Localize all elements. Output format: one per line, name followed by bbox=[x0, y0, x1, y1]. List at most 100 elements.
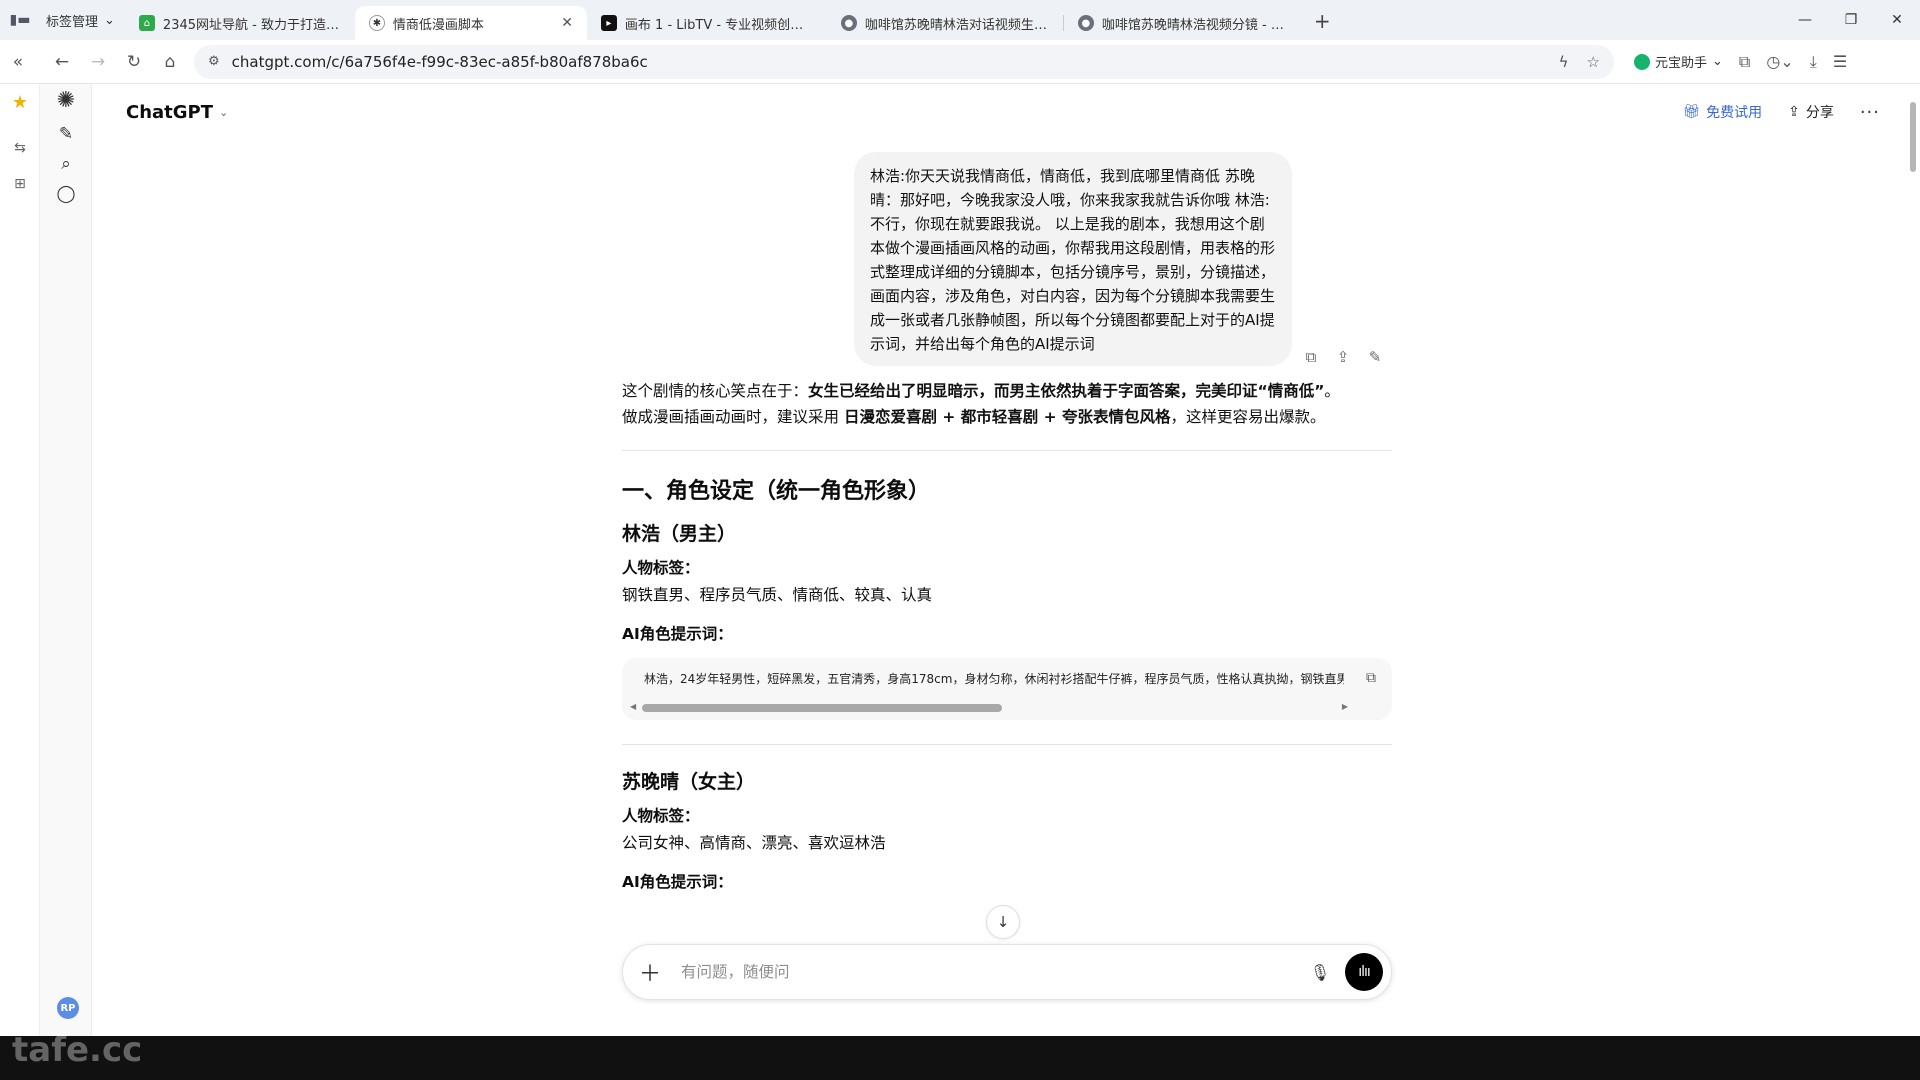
close-icon[interactable]: ✕ bbox=[551, 15, 573, 31]
back-icon[interactable]: ← bbox=[44, 44, 80, 80]
libtv-favicon-icon: ▸ bbox=[600, 15, 617, 31]
reload-icon[interactable]: ↻ bbox=[116, 44, 152, 80]
page-scrollbar[interactable] bbox=[1906, 84, 1920, 1036]
assistant-extension[interactable]: 元宝助手 ⌄ bbox=[1634, 52, 1723, 71]
share-icon: ⇪ bbox=[1788, 104, 1800, 120]
intro-bold: 日漫恋爱喜剧 + 都市轻喜剧 + 夸张表情包风格 bbox=[843, 408, 1171, 426]
chatgpt-favicon-icon: ✱ bbox=[368, 15, 385, 31]
forward-icon[interactable]: → bbox=[80, 44, 116, 80]
intro-text: 这个剧情的核心笑点在于： bbox=[622, 382, 809, 400]
edit-icon[interactable]: ✎ bbox=[1366, 348, 1384, 366]
browser-sidebar: ★ ⇆ ⊞ bbox=[0, 84, 40, 1036]
bookmark-star-icon[interactable]: ☆ bbox=[1587, 53, 1600, 71]
divider bbox=[622, 450, 1392, 451]
avatar[interactable]: RP bbox=[57, 997, 79, 1019]
window-controls: — ❐ ✕ bbox=[1782, 0, 1920, 40]
model-selector[interactable]: ChatGPT bbox=[126, 102, 213, 123]
extensions-icon[interactable]: ⧉ bbox=[1739, 52, 1750, 72]
chat-header: ChatGPT ⌄ 🎁︎ 免费试用 ⇪ 分享 ··· bbox=[92, 84, 1902, 140]
switch-icon[interactable]: ⇆ bbox=[0, 130, 40, 166]
url-text[interactable]: chatgpt.com/c/6a756f4e-f99c-83ec-a85f-b8… bbox=[232, 53, 1559, 71]
share-button[interactable]: ⇪ 分享 bbox=[1788, 102, 1834, 122]
intro-text: 做成漫画插画动画时，建议采用 bbox=[622, 408, 844, 426]
gift-icon: 🎁︎ bbox=[1682, 104, 1701, 120]
copy-icon[interactable]: ⧉ bbox=[1302, 348, 1320, 366]
openai-logo-icon[interactable]: ✺ bbox=[40, 88, 92, 113]
assistant-label: 元宝助手 bbox=[1655, 56, 1708, 71]
chevron-down-icon[interactable]: ⌄ bbox=[219, 106, 228, 119]
tab-strip: ▮▬ 标签管理 ⌄ ⌂ 2345网址导航 - 致力于打造百年品 ✱ 情商低漫画脚… bbox=[0, 0, 1920, 40]
tab-title: 情商低漫画脚本 bbox=[392, 17, 484, 33]
tab-doubao-1[interactable]: ● 咖啡馆苏晚晴林浩对话视频生成 - 豆 bbox=[827, 6, 1063, 40]
microphone-icon[interactable]: 🎙︎ bbox=[1305, 963, 1335, 982]
copy-icon[interactable]: ⧉ bbox=[1366, 670, 1376, 686]
prompt-label: AI角色提示词： bbox=[622, 873, 733, 891]
scroll-to-bottom-button[interactable]: ↓ bbox=[986, 905, 1020, 939]
tab-title: 咖啡馆苏晚晴林浩对话视频生成 - 豆 bbox=[864, 17, 1049, 33]
new-tab-button[interactable]: + bbox=[1304, 9, 1341, 33]
collapse-sidebar-icon[interactable]: « bbox=[0, 44, 36, 80]
chat-bubble-icon[interactable]: ◯ bbox=[40, 184, 92, 204]
share-label: 分享 bbox=[1805, 105, 1834, 121]
divider bbox=[622, 744, 1392, 745]
role-heading: 林浩（男主） bbox=[622, 523, 737, 545]
plus-icon[interactable]: ＋ bbox=[639, 956, 667, 988]
chat-input[interactable] bbox=[681, 963, 1305, 981]
share-icon[interactable]: ⇪ bbox=[1334, 348, 1352, 366]
tab-libtv[interactable]: ▸ 画布 1 - LibTV - 专业视频创作工具 bbox=[587, 6, 827, 40]
minimize-icon[interactable]: — bbox=[1782, 0, 1828, 40]
watermark-text: tafe.cc bbox=[12, 1030, 143, 1070]
free-trial-button[interactable]: 🎁︎ 免费试用 bbox=[1682, 102, 1762, 122]
scroll-left-icon[interactable]: ◀ bbox=[630, 702, 636, 711]
doubao-favicon-icon: ● bbox=[840, 15, 857, 31]
tab-title: 2345网址导航 - 致力于打造百年品 bbox=[162, 17, 341, 33]
tag-label: 人物标签： bbox=[622, 559, 700, 577]
tab-2345[interactable]: ⌂ 2345网址导航 - 致力于打造百年品 bbox=[125, 6, 355, 40]
prompt-code[interactable]: 林浩，24岁年轻男性，短碎黑发，五官清秀，身高178cm，身材匀称，休闲衬衫搭配… bbox=[644, 670, 1344, 687]
restore-icon[interactable]: ❐ bbox=[1828, 0, 1874, 40]
home-icon[interactable]: ⌂ bbox=[152, 44, 188, 80]
prompt-label: AI角色提示词： bbox=[622, 625, 733, 643]
tab-group-manager[interactable]: 标签管理 ⌄ bbox=[40, 6, 125, 34]
more-options-icon[interactable]: ··· bbox=[1860, 102, 1880, 123]
chevron-down-icon: ⌄ bbox=[104, 12, 115, 28]
menu-icon[interactable]: ☰ bbox=[1833, 52, 1847, 71]
add-panel-icon[interactable]: ⊞ bbox=[0, 166, 40, 202]
close-window-icon[interactable]: ✕ bbox=[1874, 0, 1920, 40]
tab-title: 咖啡馆苏晚晴林浩视频分镜 - 豆包 bbox=[1101, 17, 1290, 33]
scrollbar-thumb[interactable] bbox=[1910, 102, 1916, 172]
message-actions: ⧉ ⇪ ✎ bbox=[1302, 348, 1384, 366]
tab-actions-icon[interactable]: ▮▬ bbox=[0, 0, 40, 40]
intro-text: 。 bbox=[1324, 382, 1340, 400]
assistant-icon bbox=[1634, 53, 1650, 70]
tab-group-label: 标签管理 bbox=[46, 14, 99, 30]
2345-favicon-icon: ⌂ bbox=[138, 15, 155, 31]
address-bar[interactable]: ⚙ chatgpt.com/c/6a756f4e-f99c-83ec-a85f-… bbox=[194, 44, 1614, 79]
new-chat-icon[interactable]: ✎ bbox=[40, 124, 92, 144]
favorites-star-icon[interactable]: ★ bbox=[0, 84, 40, 120]
assistant-message: 这个剧情的核心笑点在于：女生已经给出了明显暗示，而男主依然执着于字面答案，完美印… bbox=[622, 378, 1392, 896]
tag-label: 人物标签： bbox=[622, 807, 700, 825]
chevron-down-icon: ⌄ bbox=[1712, 54, 1723, 69]
download-icon[interactable]: ⤓ bbox=[1810, 52, 1817, 72]
doubao-favicon-icon: ● bbox=[1077, 15, 1094, 31]
role-heading: 苏晚晴（女主） bbox=[622, 771, 756, 793]
browser-toolbar: « ← → ↻ ⌂ ⚙ chatgpt.com/c/6a756f4e-f99c-… bbox=[0, 40, 1920, 84]
horizontal-scrollbar[interactable]: ◀ ▶ bbox=[630, 702, 1348, 712]
tab-doubao-2[interactable]: ● 咖啡馆苏晚晴林浩视频分镜 - 豆包 bbox=[1064, 6, 1304, 40]
intro-paragraph: 这个剧情的核心笑点在于：女生已经给出了明显暗示，而男主依然执着于字面答案，完美印… bbox=[622, 378, 1392, 430]
lightning-icon[interactable]: ϟ bbox=[1559, 53, 1569, 71]
scroll-right-icon[interactable]: ▶ bbox=[1342, 702, 1348, 711]
composer: ＋ 🎙︎ ılıı bbox=[622, 944, 1392, 1000]
site-info-icon[interactable]: ⚙ bbox=[208, 54, 220, 69]
tab-chatgpt[interactable]: ✱ 情商低漫画脚本 ✕ bbox=[354, 6, 587, 40]
scrollbar-thumb[interactable] bbox=[642, 704, 1002, 712]
free-trial-label: 免费试用 bbox=[1706, 105, 1763, 121]
user-message: 林浩:你天天说我情商低，情商低，我到底哪里情商低 苏晚晴：那好吧，今晚我家没人哦… bbox=[854, 152, 1292, 366]
section-heading: 一、角色设定（统一角色形象） bbox=[622, 479, 931, 504]
history-icon[interactable]: ◷⌄ bbox=[1766, 52, 1793, 71]
search-icon[interactable]: ⌕ bbox=[40, 154, 92, 174]
tag-text: 钢铁直男、程序员气质、情商低、较真、认真 bbox=[622, 586, 933, 604]
voice-mode-button[interactable]: ılıı bbox=[1345, 953, 1383, 991]
conversation: 林浩:你天天说我情商低，情商低，我到底哪里情商低 苏晚晴：那好吧，今晚我家没人哦… bbox=[92, 140, 1902, 1036]
